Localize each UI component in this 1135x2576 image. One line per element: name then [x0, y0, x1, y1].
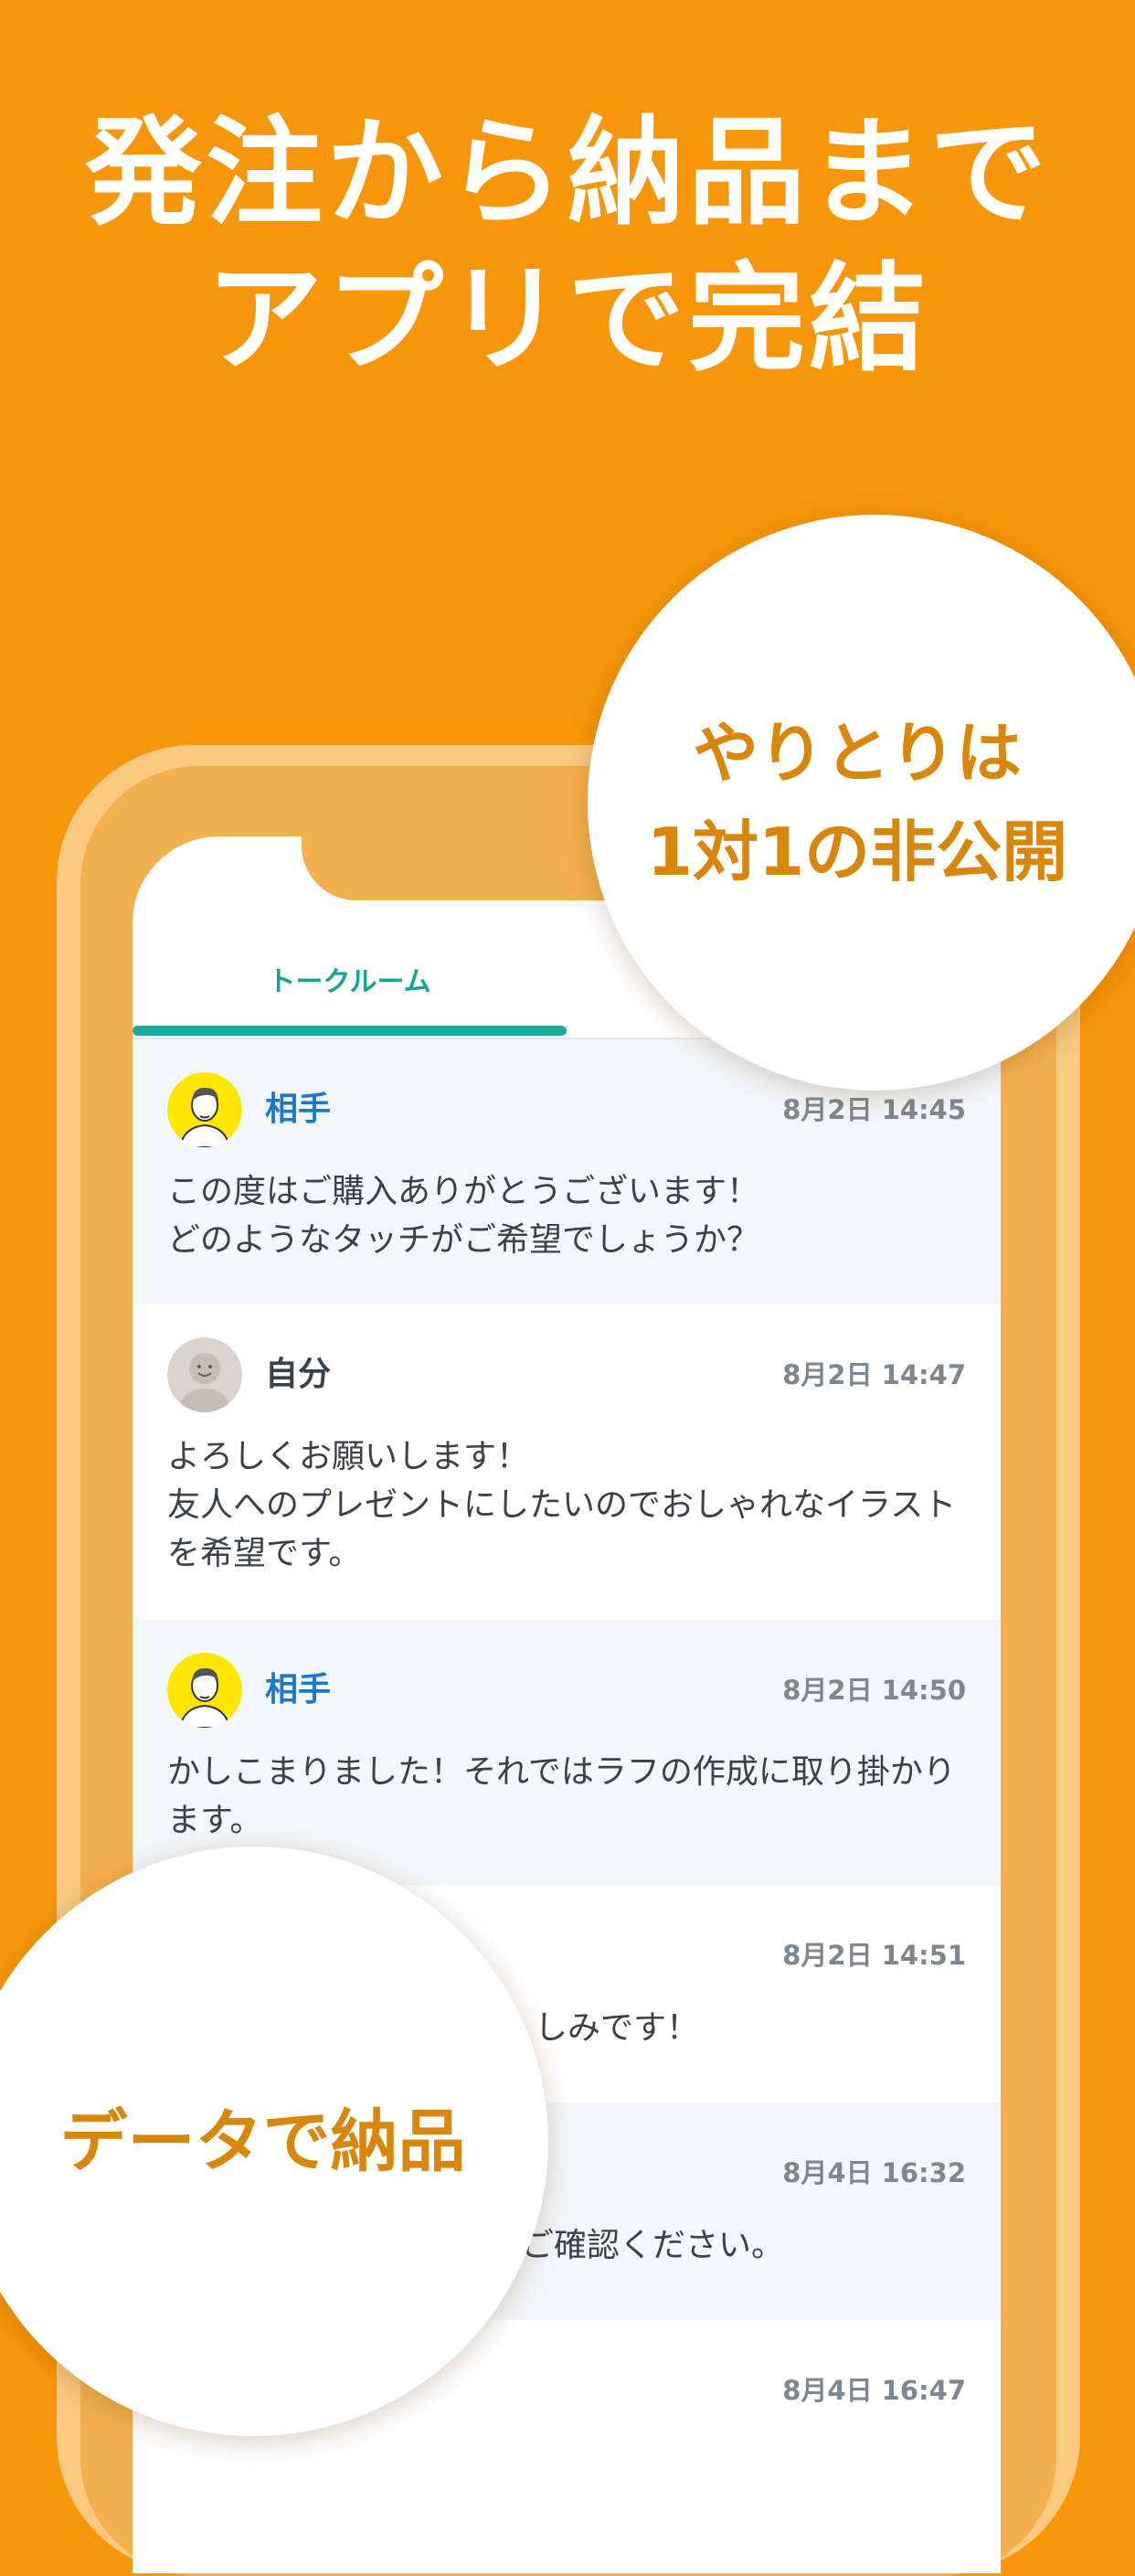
partner-avatar-icon [167, 1072, 242, 1147]
message-time: 8月2日 14:50 [782, 1675, 966, 1706]
private-chat-badge: やりとりは 1対1の非公開 [588, 515, 1135, 1091]
message-time: 8月2日 14:45 [782, 1094, 966, 1125]
self-avatar-icon [167, 1337, 242, 1412]
message-item[interactable]: 自分 8月2日 14:47 よろしくお願いします！ 友人へのプレゼントにしたいの… [133, 1304, 1001, 1622]
message-text: かしこまりました！それではラフの作成に取り掛かります。 [167, 1753, 956, 1839]
message-text: よろしくお願いします！ 友人へのプレゼントにしたいのでおしゃれなイラストを希望で… [167, 1438, 957, 1572]
partner-avatar-icon [167, 1653, 242, 1728]
message-sender: 自分 [265, 1356, 332, 1393]
message-time: 8月4日 16:32 [782, 2157, 966, 2188]
message-time: 8月4日 16:47 [782, 2375, 966, 2406]
badge-top-line-1: やりとりは [692, 715, 1022, 792]
headline-line-2: アプリで完結 [205, 251, 929, 388]
badge-bottom-text: データで納品 [59, 2102, 466, 2181]
message-time: 8月2日 14:47 [782, 1359, 966, 1390]
tab-talkroom[interactable]: トークルーム [133, 964, 567, 1001]
message-sender: 相手 [265, 1671, 332, 1708]
message-text: しみです！ [535, 2009, 700, 2047]
message-text: この度はご購入ありがとうございます！ どのようなタッチがご希望でしょうか？ [167, 1173, 760, 1259]
message-sender: 相手 [265, 1091, 332, 1128]
headline-line-1: 発注から納品まで [84, 105, 1050, 241]
message-text: ご確認ください。 [521, 2227, 785, 2264]
headline: 発注から納品まで アプリで完結 [0, 101, 1135, 393]
tab-active-indicator [133, 1026, 567, 1036]
message-time: 8月2日 14:51 [782, 1940, 966, 1971]
badge-top-line-2: 1対1の非公開 [646, 814, 1068, 890]
